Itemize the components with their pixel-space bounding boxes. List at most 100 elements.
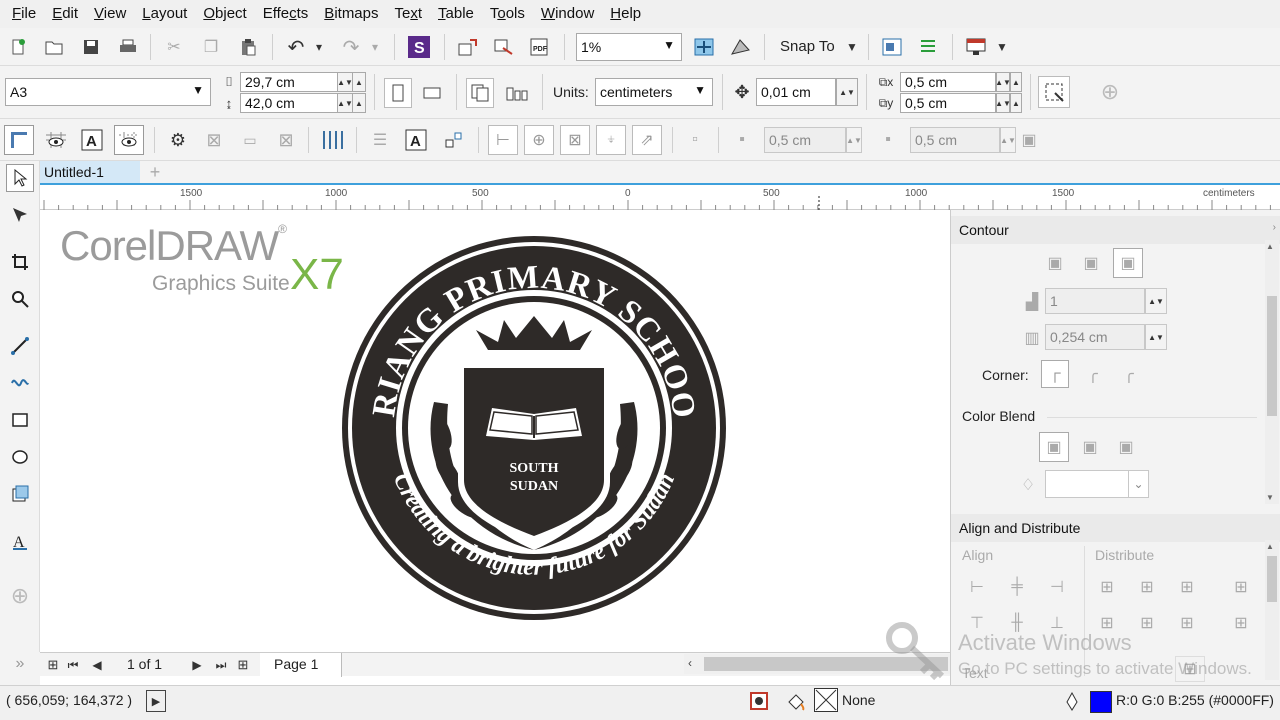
align-scrollbar[interactable]: ▲	[1265, 540, 1279, 680]
menu-tools[interactable]: Tools	[482, 0, 533, 28]
crop-tool-icon[interactable]	[6, 248, 34, 276]
round-corner-icon[interactable]: ╭	[1079, 360, 1107, 388]
link-frames-icon[interactable]	[440, 125, 468, 155]
units-select[interactable]: centimeters ▼	[595, 78, 713, 106]
page-width-field[interactable]: 29,7 cm	[240, 72, 338, 92]
rectangle-tool-icon[interactable]	[6, 406, 34, 434]
distribute-vspacing-icon[interactable]: ⊞	[1175, 612, 1199, 634]
nudge-distance-field[interactable]: 0,01 cm	[756, 78, 836, 106]
offset-y-field[interactable]: 0,5 cm	[910, 127, 1000, 153]
align-left-icon[interactable]: ⊢	[488, 125, 518, 155]
text-tool-icon[interactable]: A	[6, 527, 34, 555]
page-1-tab[interactable]: Page 1	[260, 653, 342, 677]
page-width-stepper[interactable]: ▲	[352, 72, 366, 92]
full-screen-preview-icon[interactable]	[692, 34, 716, 60]
first-page-icon[interactable]: ⏮	[64, 655, 82, 675]
menu-file[interactable]: File	[4, 0, 44, 28]
text-frame-icon[interactable]: A	[78, 125, 106, 155]
counterclockwise-blend-icon[interactable]: ▣	[1113, 434, 1139, 460]
contour-inside-icon[interactable]: ▣	[1079, 250, 1103, 276]
polygon-tool-icon[interactable]	[6, 480, 34, 508]
contour-offset-field[interactable]: 0,254 cm	[1045, 324, 1145, 350]
pick-tool-icon[interactable]	[6, 164, 34, 192]
chevron-right-icon[interactable]: ›	[1273, 222, 1276, 233]
duplicate-y-stepper[interactable]: ▲	[1010, 93, 1022, 113]
view-guides-icon[interactable]	[114, 125, 144, 155]
paragraph-icon[interactable]: ☰	[366, 125, 394, 155]
page-height-field[interactable]: 42,0 cm	[240, 93, 338, 113]
align-middles-icon[interactable]: ╫	[1005, 612, 1029, 634]
contour-steps-stepper[interactable]: ▲▼	[1145, 288, 1167, 314]
horizontal-ruler[interactable]: 1500 1000 500 0 500 1000 1500 centimeter…	[40, 186, 1280, 210]
align-docker-title[interactable]: Align and Distribute	[951, 514, 1280, 542]
page-width-spinner[interactable]: ▲▼	[337, 72, 353, 92]
treat-as-filled-icon[interactable]	[1038, 76, 1070, 108]
offset-toggle-icon[interactable]: ▫	[684, 127, 706, 153]
show-guidelines-icon[interactable]	[42, 125, 70, 155]
align-bottom-edges-icon[interactable]: ⊥	[1045, 612, 1069, 634]
zoom-tool-icon[interactable]	[6, 285, 34, 313]
copy-icon[interactable]: ❐	[199, 34, 223, 60]
undo-dropdown-icon[interactable]: ▾	[316, 40, 322, 54]
last-page-icon[interactable]: ⏭	[212, 655, 230, 675]
color-profile-icon[interactable]	[748, 690, 770, 712]
toolbar-options-dropdown-icon[interactable]: ▼	[996, 40, 1008, 54]
menu-help[interactable]: Help	[602, 0, 649, 28]
menu-layout[interactable]: Layout	[134, 0, 195, 28]
options-icon[interactable]	[880, 34, 904, 60]
school-crest[interactable]: ARIANG PRIMARY SCHOOL Creating a brighte…	[338, 232, 730, 624]
disabled-text-icon[interactable]: ▭	[236, 125, 264, 155]
offset-x-stepper[interactable]: ▲▼	[846, 127, 862, 153]
fit-text-frame-icon[interactable]: A	[402, 125, 430, 155]
distribute-right-icon[interactable]: ⊞	[1229, 576, 1253, 598]
columns-icon[interactable]	[318, 125, 348, 155]
welcome-screen-icon[interactable]	[964, 34, 988, 60]
snap-to-dropdown-icon[interactable]: ▼	[846, 40, 858, 54]
play-icon[interactable]: ▶	[146, 690, 166, 712]
document-tab[interactable]: Untitled-1	[40, 161, 140, 183]
align-centers-icon[interactable]: ╪	[1005, 576, 1029, 598]
previous-page-icon[interactable]: ◀	[88, 655, 106, 675]
align-top-edges-icon[interactable]: ⊤	[965, 612, 989, 634]
text-align-icon[interactable]: ⊞	[1175, 656, 1205, 682]
fill-color-picker[interactable]: ⌄	[1045, 470, 1149, 498]
export-icon[interactable]	[492, 34, 516, 60]
align-right-edges-icon[interactable]: ⊣	[1045, 576, 1069, 598]
redo-icon[interactable]: ↷	[338, 34, 364, 60]
undo-icon[interactable]: ↶	[283, 34, 309, 60]
cut-icon[interactable]: ✂	[162, 34, 186, 60]
paste-icon[interactable]	[236, 34, 260, 60]
align-distribute-icon[interactable]: ⊠	[560, 125, 590, 155]
duplicate-x-spinner[interactable]: ▲▼	[995, 72, 1011, 92]
bevel-corner-icon[interactable]: ╭	[1115, 360, 1143, 388]
contour-offset-stepper[interactable]: ▲▼	[1145, 324, 1167, 350]
menu-view[interactable]: View	[86, 0, 134, 28]
page-height-spinner[interactable]: ▲▼	[337, 93, 353, 113]
horizontal-scrollbar[interactable]: ‹	[684, 654, 950, 674]
menu-edit[interactable]: Edit	[44, 0, 86, 28]
current-page-button[interactable]	[502, 78, 532, 108]
all-pages-button[interactable]	[466, 78, 494, 108]
duplicate-y-spinner[interactable]: ▲▼	[995, 93, 1011, 113]
distribute-middle-icon[interactable]: ⊞	[1135, 612, 1159, 634]
open-folder-icon[interactable]	[42, 34, 66, 60]
snap-to-button[interactable]: Snap To	[780, 38, 835, 55]
transform-tool-icon[interactable]: ⇗	[632, 125, 662, 155]
align-tool-icon[interactable]: ⍖	[596, 125, 626, 155]
contour-to-center-icon[interactable]: ▣	[1043, 250, 1067, 276]
offset-y-stepper[interactable]: ▲▼	[1000, 127, 1016, 153]
contour-scrollbar[interactable]: ▲ ▼	[1265, 240, 1279, 504]
import-icon[interactable]	[456, 34, 480, 60]
new-tab-button[interactable]: +	[144, 161, 166, 183]
menu-bitmaps[interactable]: Bitmaps	[316, 0, 386, 28]
contour-steps-field[interactable]: 1	[1045, 288, 1145, 314]
align-left-edges-icon[interactable]: ⊢	[965, 576, 989, 598]
menu-object[interactable]: Object	[195, 0, 254, 28]
add-tool-icon[interactable]: ⊕	[6, 582, 34, 610]
publish-pdf-icon[interactable]: PDF	[528, 34, 554, 60]
ellipse-tool-icon[interactable]	[6, 443, 34, 471]
landscape-button[interactable]	[418, 78, 446, 108]
disabled-x-icon-1[interactable]: ⊠	[200, 125, 228, 155]
application-launcher-icon[interactable]	[916, 34, 940, 60]
offset-x-field[interactable]: 0,5 cm	[764, 127, 846, 153]
